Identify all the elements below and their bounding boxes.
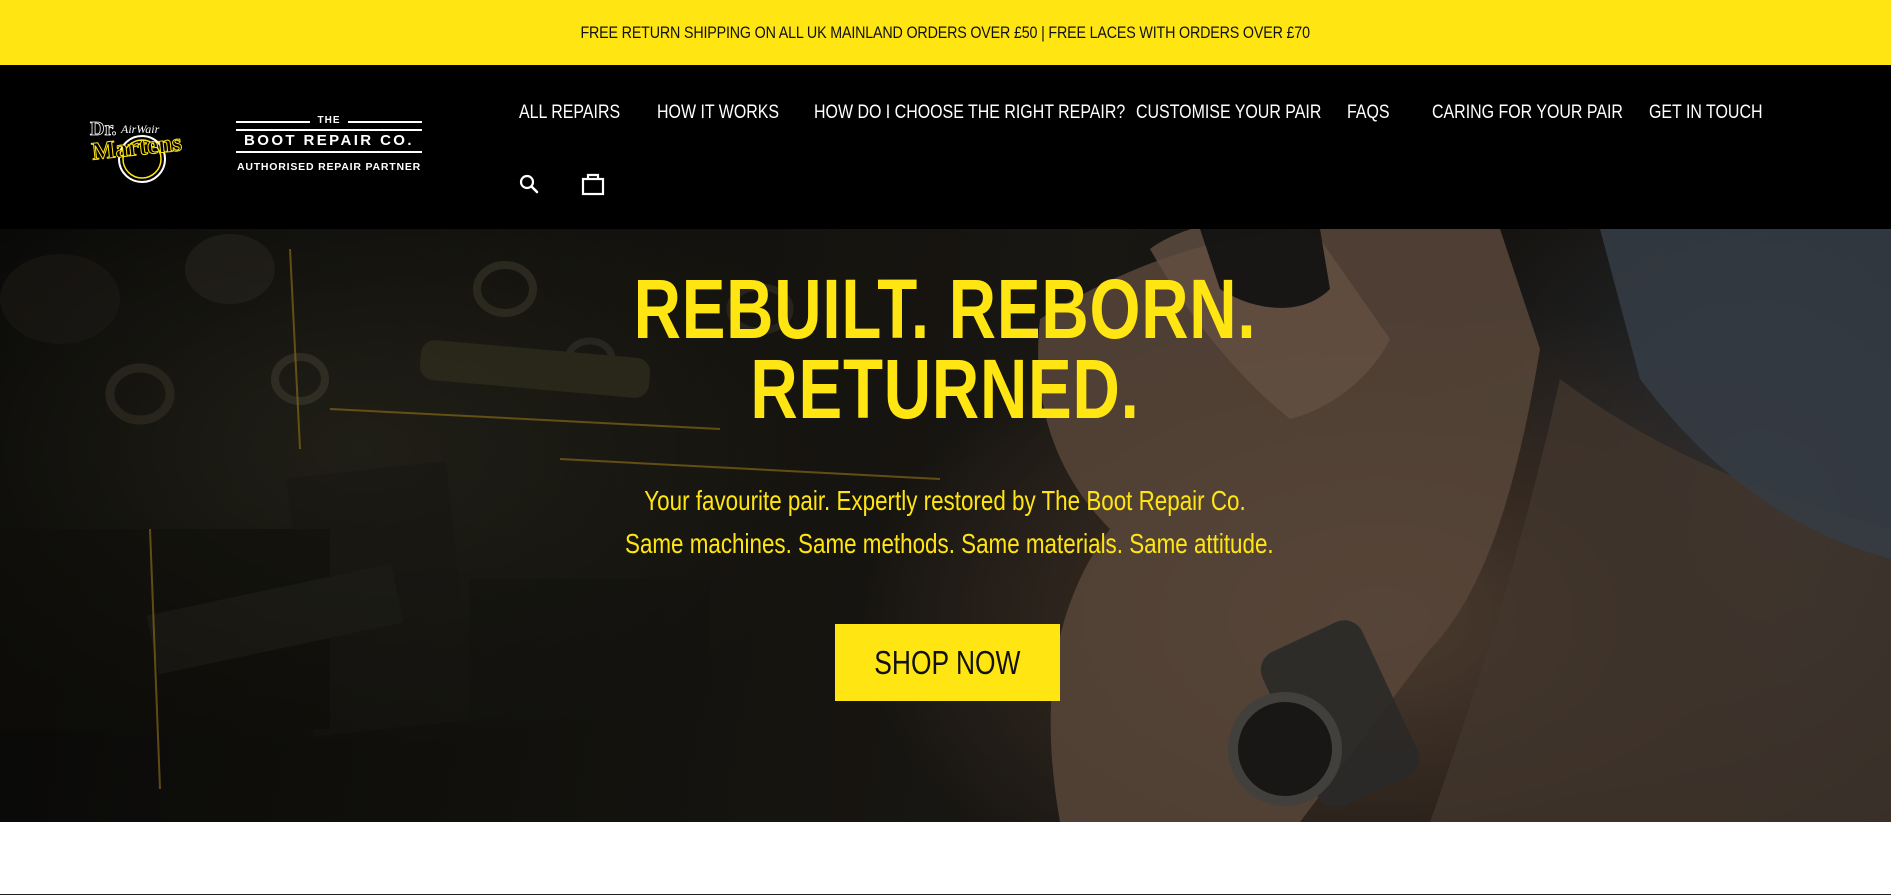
announcement-bar: FREE RETURN SHIPPING ON ALL UK MAINLAND … <box>0 0 1891 65</box>
nav-faqs[interactable]: FAQS <box>1347 100 1390 126</box>
hero-banner: REBUILT. REBORN. RETURNED. Your favourit… <box>0 229 1891 822</box>
nav-how-it-works[interactable]: HOW IT WORKS <box>657 100 779 126</box>
nav-choose-repair[interactable]: HOW DO I CHOOSE THE RIGHT REPAIR? <box>814 100 1125 126</box>
shop-now-button[interactable]: SHOP NOW <box>835 624 1060 701</box>
brc-the: THE <box>232 114 426 128</box>
nav-all-repairs[interactable]: ALL REPAIRS <box>519 100 620 126</box>
dr-martens-logo[interactable]: Dr. AirWair Martens <box>88 115 206 187</box>
hero-title: REBUILT. REBORN. RETURNED. <box>545 262 1345 436</box>
boot-repair-co-logo[interactable]: THE BOOT REPAIR CO. AUTHORISED REPAIR PA… <box>232 114 426 184</box>
hero-title-line-1: REBUILT. REBORN. <box>633 262 1257 356</box>
brc-tagline: AUTHORISED REPAIR PARTNER <box>236 161 422 173</box>
search-icon[interactable] <box>516 171 542 197</box>
announcement-text: FREE RETURN SHIPPING ON ALL UK MAINLAND … <box>580 22 1311 42</box>
site-header: Dr. AirWair Martens THE BOOT REPAIR CO. … <box>0 65 1891 229</box>
cart-icon[interactable] <box>580 171 606 197</box>
brc-name: BOOT REPAIR CO. <box>236 129 422 153</box>
hero-subtitle-line-2: Same machines. Same methods. Same materi… <box>625 528 1274 559</box>
hero-title-line-2: RETURNED. <box>750 342 1140 436</box>
nav-caring[interactable]: CARING FOR YOUR PAIR <box>1432 100 1623 126</box>
hero-subtitle-line-1: Your favourite pair. Expertly restored b… <box>644 485 1246 516</box>
page-content-below <box>0 822 1891 895</box>
brc-the-text: THE <box>317 115 341 126</box>
nav-customise[interactable]: CUSTOMISE YOUR PAIR <box>1136 100 1321 126</box>
shop-now-label: SHOP NOW <box>874 643 1021 681</box>
nav-get-in-touch[interactable]: GET IN TOUCH <box>1649 100 1763 126</box>
hero-subtitle: Your favourite pair. Expertly restored b… <box>545 479 1345 565</box>
